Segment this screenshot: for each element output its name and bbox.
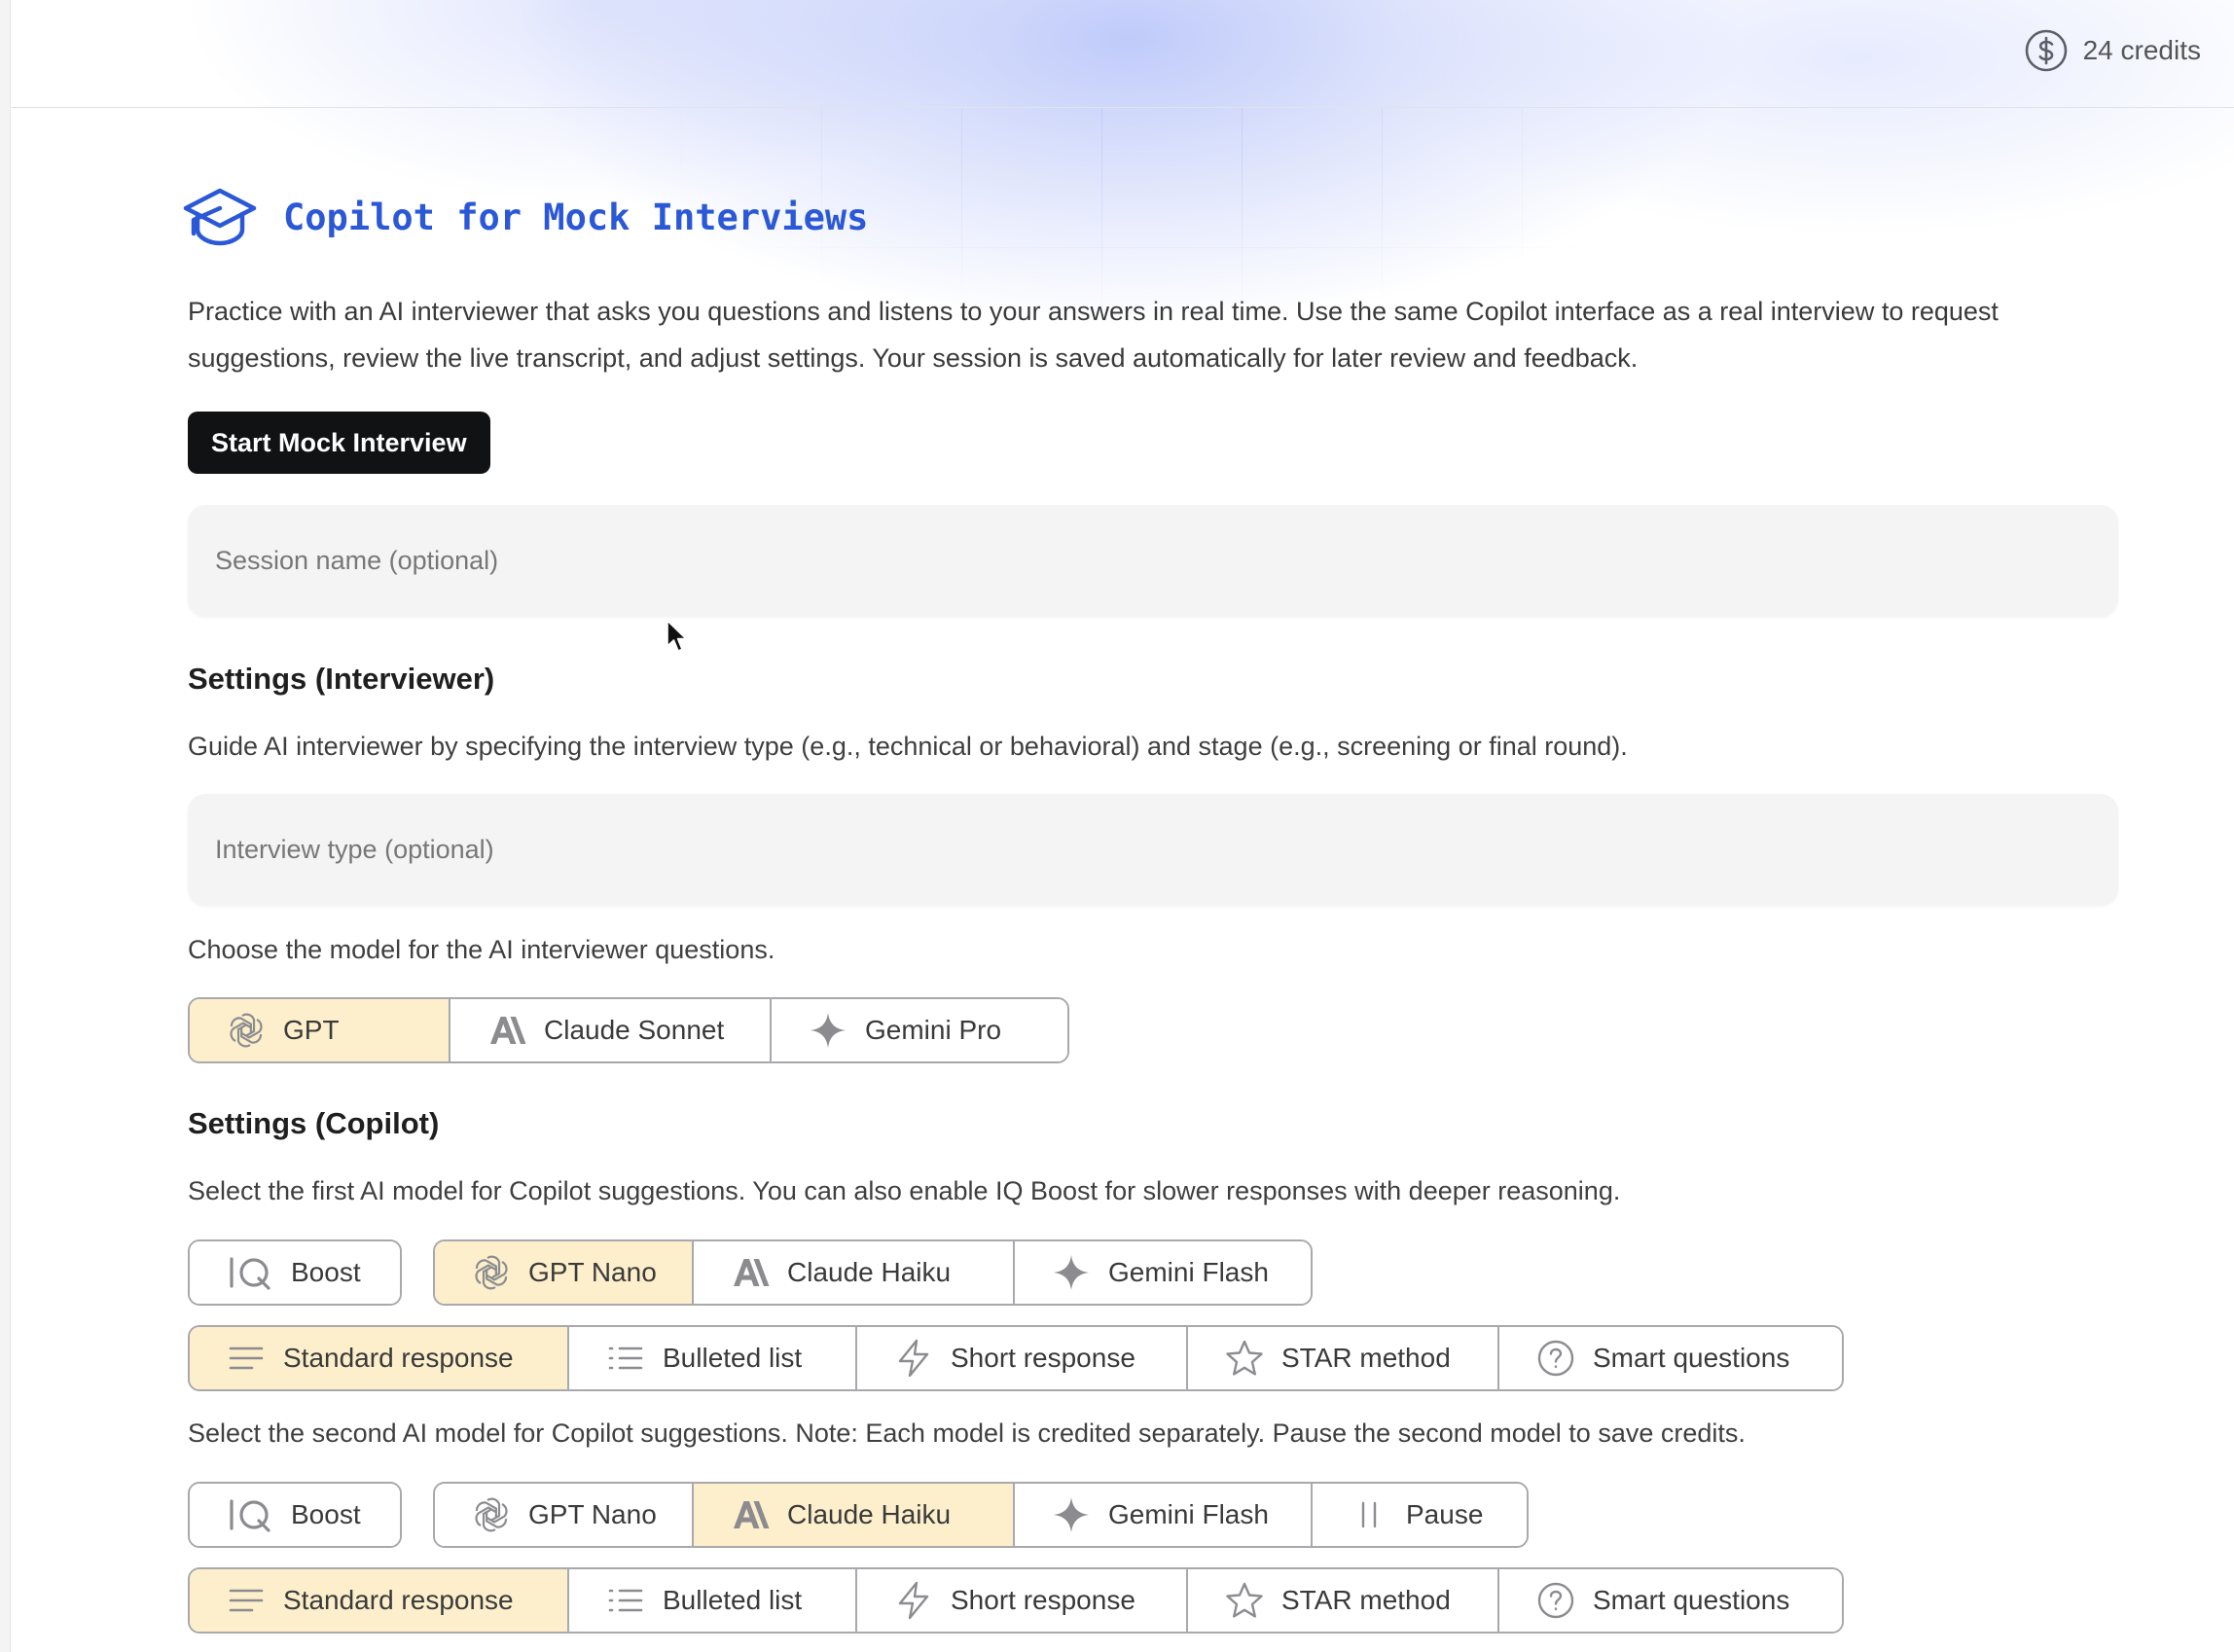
iq-icon xyxy=(230,1257,270,1290)
copilot-first-model-group: GPT Nano Claude Haiku Gemini Flash xyxy=(433,1239,1313,1306)
gemini-icon xyxy=(811,1013,846,1048)
copilot-first-model-gemini-flash[interactable]: Gemini Flash xyxy=(1013,1241,1311,1304)
question-circle-icon xyxy=(1537,1340,1574,1377)
interviewer-model-group: GPT Claude Sonnet Gemini Pro xyxy=(188,997,1069,1063)
second-style-standard-response[interactable]: Standard response xyxy=(190,1569,567,1632)
copilot-second-style-group: Standard response Bulleted list Short re… xyxy=(188,1567,1844,1634)
first-style-smart-questions[interactable]: Smart questions xyxy=(1497,1327,1842,1389)
copilot-second-model-gemini-flash[interactable]: Gemini Flash xyxy=(1013,1484,1311,1546)
bulleted-list-icon xyxy=(608,1589,643,1612)
first-style-bulleted-list[interactable]: Bulleted list xyxy=(567,1327,855,1389)
openai-icon xyxy=(475,1255,508,1290)
lightning-icon xyxy=(898,1339,929,1378)
star-icon xyxy=(1226,1340,1263,1376)
copilot-second-model-claude-haiku[interactable]: Claude Haiku xyxy=(692,1484,1013,1546)
model-label: Claude Haiku xyxy=(787,1257,952,1287)
iq-icon xyxy=(230,1499,270,1532)
credits-indicator[interactable]: 24 credits xyxy=(2023,27,2201,74)
second-style-star-method[interactable]: STAR method xyxy=(1186,1569,1497,1632)
openai-icon xyxy=(230,1013,263,1048)
style-label: Short response xyxy=(951,1585,1135,1615)
intro-text: Practice with an AI interviewer that ask… xyxy=(188,297,1999,373)
first-style-short-response[interactable]: Short response xyxy=(855,1327,1186,1389)
mouse-cursor-icon xyxy=(667,620,687,652)
model-label: Pause xyxy=(1406,1499,1484,1529)
model-label: GPT xyxy=(283,1015,340,1045)
left-edge xyxy=(0,0,11,1652)
standard-lines-icon xyxy=(229,1589,264,1612)
page-header: Copilot for Mock Interviews xyxy=(182,185,868,249)
style-label: Smart questions xyxy=(1593,1343,1790,1373)
copilot-second-model-selector: Boost GPT Nano Claude Haiku Gemini Flash… xyxy=(188,1482,1529,1548)
style-label: Bulleted list xyxy=(663,1343,803,1373)
style-label: Bulleted list xyxy=(663,1585,803,1615)
copilot-settings-heading: Settings (Copilot) xyxy=(188,1106,440,1140)
iq-boost-toggle[interactable]: Boost xyxy=(190,1241,400,1304)
interviewer-settings-heading: Settings (Interviewer) xyxy=(188,662,495,696)
anthropic-icon xyxy=(490,1017,526,1044)
copilot-first-model-description: Select the first AI model for Copilot su… xyxy=(188,1176,1621,1205)
model-label: Claude Sonnet xyxy=(544,1015,725,1045)
copilot-first-model-gpt-nano[interactable]: GPT Nano xyxy=(435,1241,692,1304)
model-label: Gemini Flash xyxy=(1108,1499,1269,1529)
boost-label: Boost xyxy=(291,1499,361,1529)
second-style-short-response[interactable]: Short response xyxy=(855,1569,1186,1632)
style-label: Standard response xyxy=(283,1585,514,1615)
iq-boost-toggle-group-second: Boost xyxy=(188,1482,402,1548)
first-style-star-method[interactable]: STAR method xyxy=(1186,1327,1497,1389)
interviewer-model-description: Choose the model for the AI interviewer … xyxy=(188,935,775,964)
interviewer-model-claude-sonnet[interactable]: Claude Sonnet xyxy=(449,999,770,1061)
copilot-second-model-description: Select the second AI model for Copilot s… xyxy=(188,1419,1746,1448)
interviewer-settings-description: Guide AI interviewer by specifying the i… xyxy=(188,732,1628,761)
question-circle-icon xyxy=(1537,1582,1574,1619)
copilot-first-style-group: Standard response Bulleted list Short re… xyxy=(188,1325,1844,1391)
copilot-second-model-pause[interactable]: Pause xyxy=(1311,1484,1527,1546)
style-label: Smart questions xyxy=(1593,1585,1790,1615)
interview-type-input[interactable] xyxy=(188,794,2118,905)
iq-boost-toggle-group: Boost xyxy=(188,1239,402,1306)
copilot-first-style-selector: Standard response Bulleted list Short re… xyxy=(188,1325,1844,1391)
boost-label: Boost xyxy=(291,1257,361,1287)
top-bar: 24 credits xyxy=(10,0,2234,108)
copilot-second-model-gpt-nano[interactable]: GPT Nano xyxy=(435,1484,692,1546)
interviewer-model-gemini-pro[interactable]: Gemini Pro xyxy=(770,999,1067,1061)
bulleted-list-icon xyxy=(608,1347,643,1370)
second-style-bulleted-list[interactable]: Bulleted list xyxy=(567,1569,855,1632)
copilot-first-model-selector: Boost GPT Nano Claude Haiku Gemini Flash xyxy=(188,1239,1313,1306)
lightning-icon xyxy=(898,1581,929,1620)
style-label: STAR method xyxy=(1281,1343,1451,1373)
standard-lines-icon xyxy=(229,1347,264,1370)
style-label: Short response xyxy=(951,1343,1135,1373)
first-style-standard-response[interactable]: Standard response xyxy=(190,1327,567,1389)
style-label: STAR method xyxy=(1281,1585,1451,1615)
copilot-second-model-group: GPT Nano Claude Haiku Gemini Flash Pause xyxy=(433,1482,1529,1548)
anthropic-icon xyxy=(734,1259,770,1286)
gemini-icon xyxy=(1054,1255,1089,1290)
model-label: Gemini Flash xyxy=(1108,1257,1269,1287)
style-label: Standard response xyxy=(283,1343,514,1373)
openai-icon xyxy=(475,1497,508,1532)
dollar-circle-icon xyxy=(2025,29,2067,72)
copilot-first-model-claude-haiku[interactable]: Claude Haiku xyxy=(692,1241,1013,1304)
interviewer-model-gpt[interactable]: GPT xyxy=(190,999,449,1061)
star-icon xyxy=(1226,1582,1263,1618)
model-label: GPT Nano xyxy=(528,1257,657,1287)
model-label: Gemini Pro xyxy=(865,1015,1002,1045)
graduation-cap-icon xyxy=(183,188,257,246)
interviewer-model-selector: GPT Claude Sonnet Gemini Pro xyxy=(188,997,1069,1063)
model-label: Claude Haiku xyxy=(787,1499,952,1529)
second-style-smart-questions[interactable]: Smart questions xyxy=(1497,1569,1842,1632)
start-mock-interview-button[interactable]: Start Mock Interview xyxy=(188,412,490,474)
model-label: GPT Nano xyxy=(528,1499,657,1529)
session-name-input[interactable] xyxy=(188,505,2118,616)
iq-boost-toggle-second[interactable]: Boost xyxy=(190,1484,400,1546)
pause-icon xyxy=(1361,1501,1377,1528)
credits-label: 24 credits xyxy=(2082,35,2201,65)
copilot-second-style-selector: Standard response Bulleted list Short re… xyxy=(188,1567,1844,1634)
anthropic-icon xyxy=(734,1501,770,1528)
page-title: Copilot for Mock Interviews xyxy=(283,196,869,238)
gemini-icon xyxy=(1054,1497,1089,1532)
